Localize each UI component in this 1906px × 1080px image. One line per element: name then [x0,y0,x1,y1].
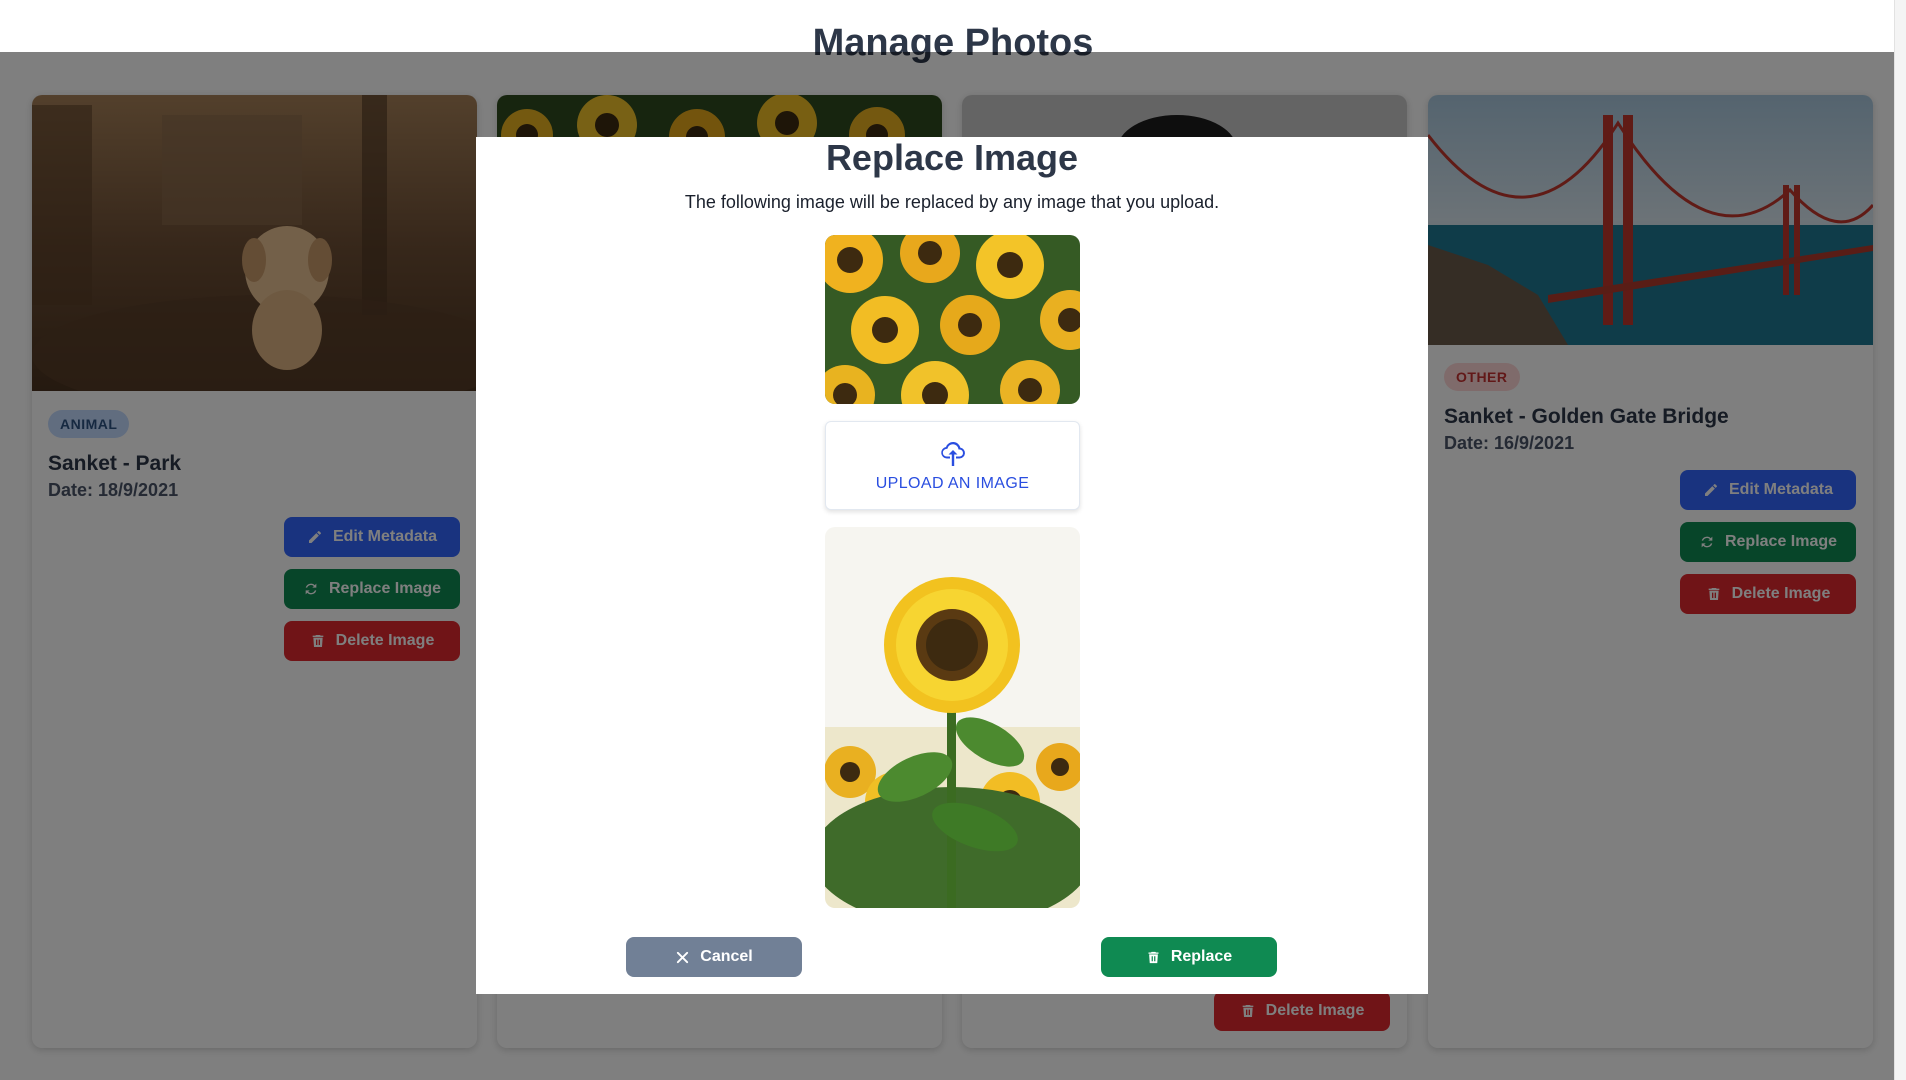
current-image-preview [825,235,1080,404]
cancel-label: Cancel [700,948,753,965]
modal-description: The following image will be replaced by … [684,192,1220,212]
page-scrollbar[interactable] [1894,0,1906,1080]
upload-image-label: UPLOAD AN IMAGE [875,474,1030,492]
new-image-preview [825,527,1080,908]
cloud-upload-icon [940,441,965,466]
replace-label: Replace [1170,948,1233,965]
replace-image-modal: Replace Image The following image will b… [476,137,1428,994]
modal-title: Replace Image [825,137,1079,178]
trash-icon [1146,950,1161,965]
cancel-button[interactable]: Cancel [626,937,802,977]
replace-button[interactable]: Replace [1101,937,1277,977]
upload-image-button[interactable]: UPLOAD AN IMAGE [825,421,1080,510]
close-icon [677,951,689,963]
